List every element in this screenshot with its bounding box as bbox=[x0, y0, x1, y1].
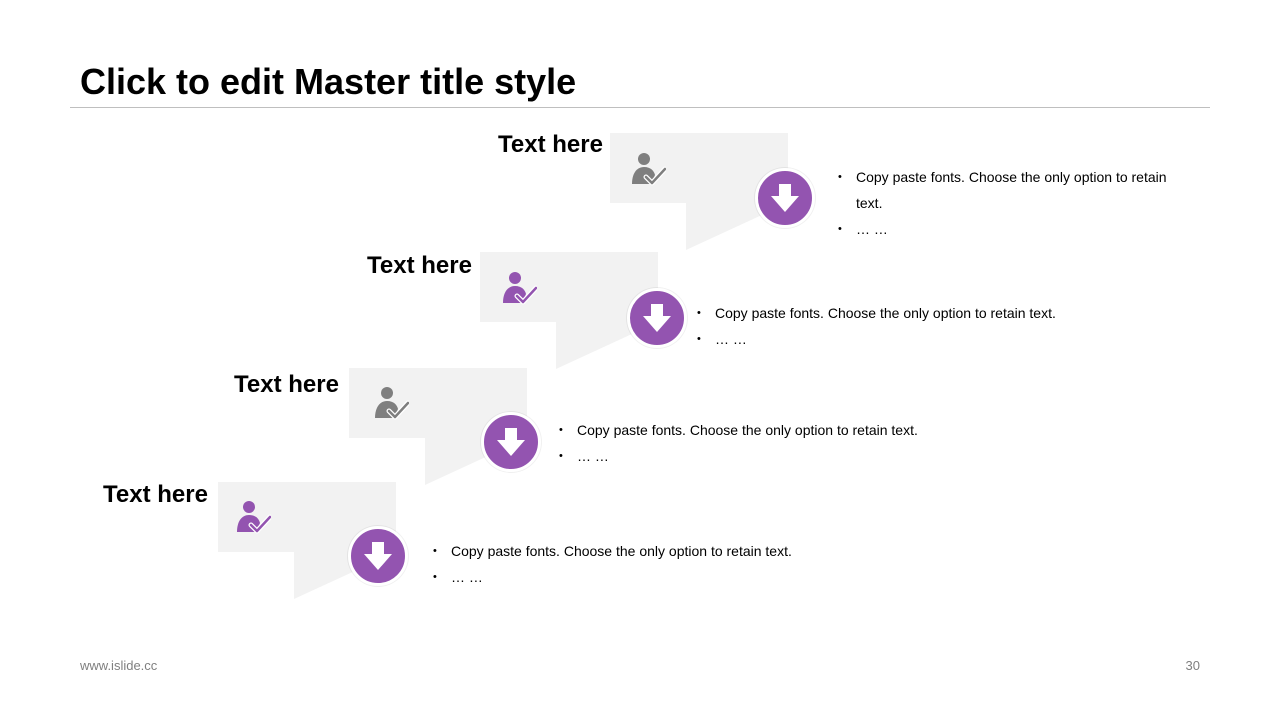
bullet-item: … … bbox=[559, 443, 979, 469]
step-heading: Text here bbox=[234, 371, 339, 398]
step-bullets: Copy paste fonts. Choose the only option… bbox=[559, 417, 979, 469]
arrow-down-circle bbox=[755, 168, 815, 228]
person-check-icon bbox=[632, 153, 666, 186]
arrow-down-icon bbox=[643, 304, 671, 332]
arrow-down-icon bbox=[364, 542, 392, 570]
step-heading: Text here bbox=[367, 252, 472, 279]
bullet-item: … … bbox=[838, 216, 1188, 242]
bullet-item: Copy paste fonts. Choose the only option… bbox=[559, 417, 979, 443]
arrow-down-circle bbox=[348, 526, 408, 586]
slide-title: Click to edit Master title style bbox=[80, 61, 577, 102]
arrow-down-circle bbox=[481, 412, 541, 472]
step-heading: Text here bbox=[103, 481, 208, 508]
title-divider bbox=[70, 107, 1210, 108]
step-bullets: Copy paste fonts. Choose the only option… bbox=[838, 164, 1188, 242]
footer-url: www.islide.cc bbox=[80, 658, 158, 673]
arrow-down-circle bbox=[627, 288, 687, 348]
arrow-down-icon bbox=[497, 428, 525, 456]
bullet-item: … … bbox=[697, 326, 1117, 352]
person-check-icon bbox=[503, 272, 537, 305]
step-heading: Text here bbox=[498, 131, 603, 158]
step-bullets: Copy paste fonts. Choose the only option… bbox=[697, 300, 1117, 352]
bullet-item: Copy paste fonts. Choose the only option… bbox=[838, 164, 1188, 216]
bullet-item: Copy paste fonts. Choose the only option… bbox=[697, 300, 1117, 326]
bullet-item: … … bbox=[433, 564, 853, 590]
person-check-icon bbox=[237, 501, 271, 534]
arrow-down-icon bbox=[771, 184, 799, 212]
page-number: 30 bbox=[1185, 658, 1200, 673]
bullet-item: Copy paste fonts. Choose the only option… bbox=[433, 538, 853, 564]
step-bullets: Copy paste fonts. Choose the only option… bbox=[433, 538, 853, 590]
person-check-icon bbox=[375, 387, 409, 420]
